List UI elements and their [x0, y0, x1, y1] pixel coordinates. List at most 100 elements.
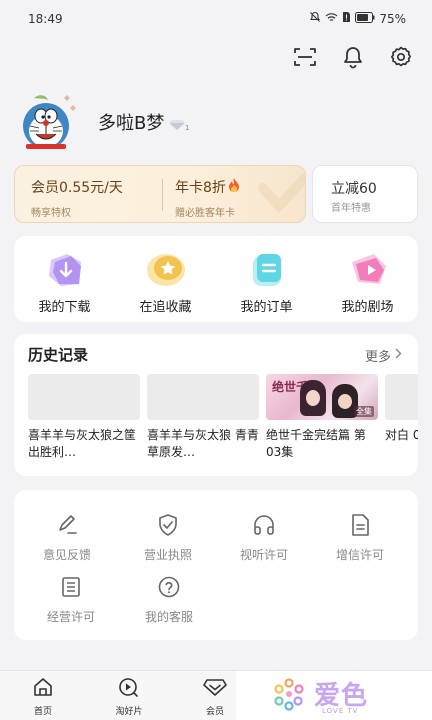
quick-label-download: 我的下载	[38, 300, 91, 315]
shield-check-icon	[155, 512, 181, 538]
history-item-title: 喜羊羊与灰太狼 青青草原发…	[147, 428, 259, 459]
service-label: 意见反馈	[42, 548, 91, 562]
service-label: 营业执照	[143, 548, 192, 562]
settings-button[interactable]	[388, 44, 414, 70]
tab-label: 会员	[205, 707, 224, 717]
service-label: 我的客服	[144, 610, 193, 624]
quick-label-theater: 我的剧场	[341, 300, 394, 315]
history-more-link[interactable]: 更多	[365, 346, 402, 365]
discover-play-icon	[118, 677, 140, 701]
top-actions	[292, 44, 414, 70]
vip-price-label: 会员0.55元/天	[31, 180, 123, 196]
status-icons: 75%	[309, 11, 406, 26]
level-badge: 1	[169, 116, 190, 135]
tab-label: 首页	[33, 707, 52, 717]
history-item-title: 喜羊羊与灰太狼之筐出胜利…	[28, 428, 137, 459]
history-item[interactable]: 对白 05期	[385, 374, 418, 461]
history-thumbnail	[385, 374, 418, 420]
diamond-badge-icon: 1	[169, 119, 190, 132]
battery-percent: 75%	[379, 11, 406, 26]
document-edit-icon	[347, 512, 373, 538]
quick-item-favorites[interactable]: 在追收藏	[115, 236, 216, 322]
service-operating-license[interactable]: 经营许可	[22, 574, 120, 625]
drama-poster-image: 绝世千金 全集	[266, 374, 378, 420]
quick-item-download[interactable]: 我的下载	[14, 236, 115, 322]
quick-actions-card: 我的下载 在追收藏 我的订单 我的剧场	[14, 236, 418, 322]
gear-icon	[390, 46, 412, 67]
service-business-license[interactable]: 营业执照	[119, 512, 217, 563]
service-feedback[interactable]: 意见反馈	[18, 512, 116, 563]
history-section: 历史记录 更多 喜羊羊与灰太狼之筐出胜利… 喜羊羊与灰太狼 青青草原发… 绝世千…	[14, 334, 418, 476]
username: 多啦B梦	[98, 113, 165, 134]
coupon-card[interactable]: 立减60 首年特惠	[312, 165, 418, 223]
doraemon-avatar-icon	[23, 95, 76, 149]
avatar[interactable]	[16, 94, 80, 150]
annual-discount-label: 年卡8折	[175, 180, 226, 196]
watermark-subtext: LOVE TV	[322, 707, 359, 715]
status-time: 18:49	[28, 12, 63, 26]
quick-item-theater[interactable]: 我的剧场	[317, 236, 418, 322]
annual-gift-label: 赠必胜客年卡	[175, 208, 235, 219]
service-telecom-license[interactable]: 增信许可	[311, 512, 409, 563]
tab-discover[interactable]: 淘好片	[104, 677, 154, 717]
vip-promo-card[interactable]: 会员0.55元/天 畅享特权 年卡8折 赠必胜客年卡	[14, 165, 306, 223]
battery-icon	[355, 11, 375, 26]
tab-home[interactable]: 首页	[18, 677, 68, 717]
home-icon	[32, 677, 54, 701]
scan-icon	[294, 48, 316, 66]
coupon-desc: 首年特惠	[331, 203, 371, 214]
vip-divider	[162, 179, 163, 211]
mute-icon	[309, 11, 321, 26]
profile-header[interactable]: 多啦B梦 1	[16, 94, 190, 150]
vip-privilege-label: 畅享特权	[31, 208, 71, 219]
service-label: 增信许可	[335, 548, 384, 562]
scan-button[interactable]	[292, 44, 318, 70]
status-bar: 18:49 75%	[0, 0, 432, 38]
quick-item-orders[interactable]: 我的订单	[216, 236, 317, 322]
flower-logo-icon	[272, 677, 306, 715]
service-label: 视听许可	[239, 548, 288, 562]
history-item[interactable]: 喜羊羊与灰太狼之筐出胜利…	[28, 374, 140, 461]
service-label: 经营许可	[46, 610, 95, 624]
services-card: 意见反馈 营业执照 视听许可 增信许可 经营许可 我的客服	[14, 490, 418, 640]
tab-vip[interactable]: 会员	[190, 677, 240, 717]
history-list: 喜羊羊与灰太狼之筐出胜利… 喜羊羊与灰太狼 青青草原发… 绝世千金 全集 绝世千…	[28, 374, 418, 461]
history-item[interactable]: 绝世千金 全集 绝世千金完结篇 第03集	[266, 374, 378, 461]
history-thumbnail	[147, 374, 259, 420]
quick-label-favorites: 在追收藏	[139, 300, 192, 315]
favorite-star-icon	[144, 250, 188, 290]
history-title: 历史记录	[28, 346, 89, 364]
history-item-title: 对白 05期	[385, 428, 418, 442]
help-question-icon	[156, 574, 182, 600]
sim-alert-icon	[342, 11, 351, 26]
vip-diamond-icon	[203, 677, 227, 701]
wifi-icon	[325, 12, 338, 26]
vip-heart-watermark-icon	[257, 170, 305, 222]
vip-daily-offer[interactable]: 会员0.55元/天 畅享特权	[31, 177, 123, 219]
chevron-right-icon	[395, 348, 402, 363]
brand-watermark: 爱色 LOVE TV	[236, 671, 432, 720]
headphones-icon	[251, 512, 277, 538]
coupon-amount: 立减60	[331, 181, 377, 197]
bell-icon	[344, 47, 362, 69]
history-item[interactable]: 喜羊羊与灰太狼 青青草原发…	[147, 374, 259, 461]
feedback-pen-icon	[54, 512, 80, 538]
download-icon	[43, 250, 87, 290]
history-thumbnail-poster: 绝世千金 全集	[266, 374, 378, 420]
tab-label: 淘好片	[115, 707, 143, 717]
history-item-title: 绝世千金完结篇 第03集	[266, 428, 366, 459]
quick-label-orders: 我的订单	[240, 300, 293, 315]
watermark-text: 爱色	[314, 680, 369, 711]
license-list-icon	[58, 574, 84, 600]
poster-tag: 全集	[354, 406, 374, 417]
badge-level-text: 1	[185, 124, 189, 131]
order-icon	[245, 250, 289, 290]
history-thumbnail	[28, 374, 140, 420]
notification-button[interactable]	[340, 44, 366, 70]
fire-icon	[228, 178, 240, 196]
vip-annual-offer[interactable]: 年卡8折 赠必胜客年卡	[175, 177, 240, 219]
service-customer-support[interactable]: 我的客服	[120, 574, 218, 625]
service-av-license[interactable]: 视听许可	[215, 512, 313, 563]
history-more-label: 更多	[364, 350, 391, 365]
theater-icon	[346, 250, 390, 290]
